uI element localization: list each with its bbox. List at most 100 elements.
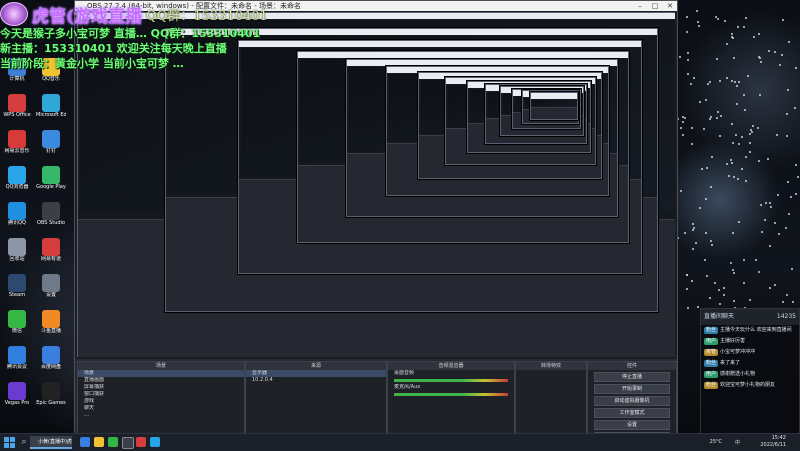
desktop-icon[interactable]: Epic Games xyxy=(36,382,66,414)
snowflake xyxy=(766,157,769,160)
taskbar-douyu-icon[interactable] xyxy=(136,437,146,447)
dock-list-item[interactable]: … xyxy=(78,412,244,419)
snowflake xyxy=(692,227,695,230)
desktop-icon-label: WPS Office xyxy=(3,112,31,118)
obs-control-button[interactable]: 停止直播 xyxy=(594,372,670,382)
desktop-icon-label: 斗鱼直播 xyxy=(40,328,61,334)
dock-list-item[interactable]: 窗口捕获 xyxy=(78,391,244,398)
snowflake xyxy=(690,279,693,282)
snowflake xyxy=(679,190,682,193)
desktop-icon-label: Microsoft Edge xyxy=(36,112,66,118)
taskbar-obs-icon[interactable] xyxy=(122,437,134,449)
volume-meter[interactable] xyxy=(394,393,508,396)
dock-list-item[interactable]: 场景 xyxy=(78,370,244,377)
desktop-icon[interactable]: 微信 xyxy=(2,310,32,342)
desktop-icon-label: Vegas Pro xyxy=(4,400,30,406)
taskbar-active-task[interactable]: 小黄(直播中)虎管 xyxy=(30,436,72,449)
desktop-icon[interactable]: 网易云音乐 xyxy=(2,130,32,162)
tray-time[interactable]: 15:42 xyxy=(746,435,786,442)
desktop-icon[interactable]: 钉钉 xyxy=(36,130,66,162)
sources-dock-header: 来源 xyxy=(246,362,386,370)
snowflake xyxy=(757,270,760,273)
play-icon xyxy=(42,166,60,184)
snowflake xyxy=(769,244,772,247)
mixer-channel-label: 麦克风/Aux xyxy=(394,384,421,390)
snowflake xyxy=(757,32,760,35)
chat-badge: 粉丝 xyxy=(704,327,719,334)
snowflake xyxy=(731,141,734,144)
vegas-icon xyxy=(8,382,26,400)
desktop-icon-label: Steam xyxy=(8,292,26,298)
desktop-icon[interactable]: 回收站 xyxy=(2,238,32,270)
dock-list-item[interactable]: 直播画面 xyxy=(78,377,244,384)
snowflake xyxy=(770,205,773,208)
chat-message-text: 来了来了 xyxy=(720,360,741,366)
desktop-icon[interactable]: QQ浏览器 xyxy=(2,166,32,198)
windows-taskbar: ⌕ 小黄(直播中)虎管 25°C 中 15:42 2022/6/11 xyxy=(0,433,800,451)
snowflake xyxy=(786,180,789,183)
desktop-icon[interactable]: OBS Studio xyxy=(36,202,66,234)
minimize-icon[interactable]: – xyxy=(633,1,647,11)
desktop-icon[interactable]: 斗鱼直播 xyxy=(36,310,66,342)
snowflake xyxy=(731,269,734,272)
taskbar-wechat-icon[interactable] xyxy=(108,437,118,447)
desktop-icon[interactable]: 网易有道 xyxy=(36,238,66,270)
douyu-icon xyxy=(42,310,60,328)
recursive-obs-frame xyxy=(530,91,578,120)
taskbar-folder-icon[interactable] xyxy=(94,437,104,447)
snowflake xyxy=(704,231,707,234)
taskbar-browser-icon[interactable] xyxy=(150,437,160,447)
chat-message: 房管 小宝可梦冲冲冲 xyxy=(701,347,799,358)
snowflake xyxy=(757,56,760,59)
search-icon[interactable]: ⌕ xyxy=(18,437,30,448)
transitions-dock-header: 转场特效 xyxy=(516,362,586,370)
obs-control-button[interactable]: 启动虚拟摄像机 xyxy=(594,396,670,406)
dock-list-item[interactable]: 显示器 xyxy=(246,370,386,377)
desktop-icon[interactable]: WPS Office xyxy=(2,94,32,126)
chat-message: 用户 感谢赠送小礼物 xyxy=(701,369,799,380)
desktop-icon[interactable]: 腾讯会议 xyxy=(2,346,32,378)
obs-control-button[interactable]: 工作室模式 xyxy=(594,408,670,418)
youdao-icon xyxy=(42,238,60,256)
desktop-icon[interactable]: 百度网盘 xyxy=(36,346,66,378)
snowflake xyxy=(730,123,733,126)
snowflake xyxy=(758,159,761,162)
snowflake xyxy=(686,58,689,61)
desktop-icon[interactable]: Steam xyxy=(2,274,32,306)
snowflake xyxy=(742,281,745,284)
desktop-icon[interactable]: 腾讯QQ xyxy=(2,202,32,234)
desktop-icon-label: 设置 xyxy=(45,292,56,298)
tray-language[interactable]: 中 xyxy=(735,439,740,446)
snowflake xyxy=(774,50,777,53)
snowflake xyxy=(750,130,753,133)
volume-meter[interactable] xyxy=(394,379,508,382)
close-icon[interactable]: ✕ xyxy=(663,1,677,11)
taskbar-edge-icon[interactable] xyxy=(80,437,90,447)
snowflake xyxy=(702,128,705,131)
obs-control-button[interactable]: 开始录制 xyxy=(594,384,670,394)
chat-message: 粉丝 来了来了 xyxy=(701,358,799,369)
snowflake xyxy=(706,83,709,86)
dock-list-item[interactable]: 游戏 xyxy=(78,398,244,405)
chat-message: 用户 主播好厉害 xyxy=(701,336,799,347)
desktop-icon[interactable]: 设置 xyxy=(36,274,66,306)
desktop-icon-label: Epic Games xyxy=(36,400,66,406)
desktop-icon-label: 百度网盘 xyxy=(40,364,61,370)
dock-list-item[interactable]: 屏幕捕获 xyxy=(78,384,244,391)
overlay-line: 新主播：153310401 欢迎关注每天晚上直播 xyxy=(0,42,227,55)
obs-control-button[interactable]: 设置 xyxy=(594,420,670,430)
desktop-icon[interactable]: Google Play xyxy=(36,166,66,198)
desktop-icon[interactable]: Vegas Pro xyxy=(2,382,32,414)
snowflake xyxy=(778,63,781,66)
snowflake xyxy=(742,259,745,262)
scenes-dock-header: 场景 xyxy=(78,362,244,370)
dock-list-item[interactable]: 聊天 xyxy=(78,405,244,412)
desktop-icon[interactable]: Microsoft Edge xyxy=(36,94,66,126)
dock-list-item[interactable]: 10.2.0.4 xyxy=(246,377,386,384)
snowflake xyxy=(780,53,783,56)
tray-date[interactable]: 2022/6/11 xyxy=(746,442,786,449)
controls-dock-header: 控件 xyxy=(588,362,676,370)
desktop-icon-label: 回收站 xyxy=(9,256,25,262)
start-button[interactable] xyxy=(4,437,15,448)
maximize-icon[interactable]: □ xyxy=(648,1,662,11)
